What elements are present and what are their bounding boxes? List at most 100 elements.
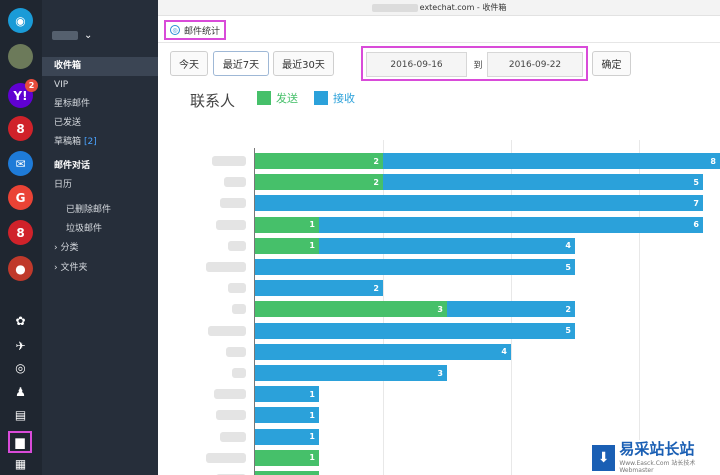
folder-label: 邮件对话 — [54, 161, 91, 171]
last-7-days-button[interactable]: 最近7天 — [213, 51, 269, 76]
grid-line — [639, 140, 640, 475]
legend-sent-swatch — [257, 91, 271, 105]
chart-legend-title: 联系人 — [190, 92, 236, 110]
received-bar[interactable]: 1 — [255, 386, 319, 403]
contact-label — [216, 219, 246, 230]
folder-item[interactable]: 收件箱 — [42, 57, 158, 76]
confirm-button[interactable]: 确定 — [592, 51, 631, 76]
contact-label — [216, 410, 246, 421]
tab-label: 邮件统计 — [184, 26, 221, 37]
outlook-icon[interactable]: ✉ — [8, 151, 33, 176]
blurred-account — [371, 3, 418, 12]
account-switcher[interactable]: ⌄ — [52, 30, 92, 41]
contact-label — [228, 240, 246, 251]
received-bar[interactable]: 5 — [383, 174, 703, 191]
sync-icon[interactable]: ✈ — [12, 337, 29, 354]
chevron-down-icon: ⌄ — [84, 30, 93, 41]
compass-icon[interactable]: ◎ — [12, 359, 29, 376]
received-bar[interactable]: 5 — [255, 322, 575, 339]
tab-mail-statistics[interactable]: ◎ 邮件统计 — [164, 20, 227, 40]
126-mail-icon[interactable]: 8 — [8, 220, 33, 245]
statistics-tab-icon: ◎ — [170, 25, 180, 35]
notes-icon[interactable]: ▤ — [12, 406, 29, 423]
app-logo-icon[interactable]: ◉ — [8, 8, 33, 33]
watermark-logo-icon: ⬇ — [592, 444, 616, 471]
legend-received: 接收 — [314, 90, 355, 106]
contact-label — [206, 452, 246, 463]
received-bar[interactable]: 4 — [255, 343, 511, 360]
date-from-field[interactable]: 2016-09-16 — [366, 52, 467, 77]
folder-label: 星标邮件 — [54, 99, 91, 109]
received-bar[interactable]: 3 — [255, 365, 447, 381]
folder-sidebar: ⌄ 收件箱 VIP 星标邮件 已发送 草稿箱 [2] 邮件对话 日历 已删除邮件 垃圾邮件 › 分类… — [42, 0, 158, 475]
app-window: ◉ Y! 2 8 ✉ G 8 ● ✿ ✈ ◎ ♟ ▤ ▆ ▦ ⌄ 收件箱 VIP 星标邮件 已发送 草稿箱 [2] 邮件… — [0, 0, 720, 475]
folder-label: VIP — [54, 80, 69, 90]
avatar[interactable] — [8, 44, 33, 69]
watermark: ⬇ 易采站长站 Www.Easck.Com 站长技术 Webmaster — [588, 440, 720, 475]
folder-item[interactable]: VIP — [42, 76, 158, 95]
account-rail: ◉ Y! 2 8 ✉ G 8 ● ✿ ✈ ◎ ♟ ▤ ▆ ▦ — [0, 0, 42, 475]
other-mail-icon[interactable]: ● — [8, 256, 33, 281]
sent-bar[interactable]: 1 — [255, 216, 319, 233]
contact-label — [214, 389, 246, 400]
folder-label: 已删除邮件 — [66, 205, 112, 215]
received-bar[interactable]: 2 — [447, 301, 575, 318]
folder-item[interactable]: › 分类 — [42, 239, 158, 258]
google-icon[interactable]: G — [8, 185, 33, 210]
unread-badge: 2 — [25, 79, 38, 92]
account-name — [52, 31, 78, 40]
folder-label: 日历 — [54, 180, 73, 190]
date-range-separator: 到 — [473, 61, 483, 71]
watermark-title: 易采站长站 — [619, 440, 695, 458]
contact-label — [220, 431, 246, 442]
contact-label — [212, 156, 246, 166]
qq-icon[interactable]: ♟ — [12, 383, 29, 400]
wechat-icon[interactable]: ✿ — [12, 312, 29, 329]
sent-bar[interactable]: 2 — [255, 153, 383, 169]
received-bar[interactable]: 4 — [319, 237, 575, 254]
today-button[interactable]: 今天 — [170, 51, 208, 76]
received-bar[interactable]: 6 — [319, 216, 703, 233]
legend-sent-label: 发送 — [276, 92, 298, 105]
folder-item[interactable]: 邮件对话 — [42, 157, 158, 176]
sent-bar[interactable]: 1 — [255, 237, 319, 254]
sent-bar[interactable]: 3 — [255, 301, 447, 318]
file-icon[interactable]: ▦ — [12, 455, 29, 472]
contact-label — [224, 177, 246, 188]
sent-bar[interactable]: 1 — [255, 449, 319, 466]
date-range-picker: 2016-09-16 到 2016-09-22 — [361, 46, 588, 81]
folder-item[interactable]: 星标邮件 — [42, 95, 158, 114]
folder-label: 垃圾邮件 — [66, 224, 103, 234]
contact-bar-chart: 282571614523254311111 — [158, 140, 720, 475]
window-title: extechat.com - 收件箱 — [158, 0, 720, 16]
legend-received-label: 接收 — [333, 92, 355, 105]
received-bar[interactable]: 7 — [255, 195, 703, 212]
received-bar[interactable]: 5 — [255, 259, 575, 275]
received-bar[interactable]: 8 — [383, 153, 720, 169]
contact-label — [228, 283, 246, 294]
date-to-field[interactable]: 2016-09-22 — [487, 52, 583, 77]
watermark-subtitle: Www.Easck.Com 站长技术 Webmaster — [619, 460, 696, 474]
main-panel: extechat.com - 收件箱 ◎ 邮件统计 今天 最近7天 最近30天 … — [158, 0, 720, 475]
contact-label — [232, 304, 246, 315]
folder-item[interactable]: 已发送 — [42, 114, 158, 133]
statistics-icon[interactable]: ▆ — [8, 431, 32, 453]
sent-bar[interactable]: 1 — [255, 471, 319, 475]
163-mail-icon[interactable]: 8 — [8, 116, 33, 141]
last-30-days-button[interactable]: 最近30天 — [273, 51, 334, 76]
received-bar[interactable]: 1 — [255, 428, 319, 445]
folder-count: [2] — [84, 137, 97, 147]
sent-bar[interactable]: 2 — [255, 174, 383, 191]
folder-item[interactable]: › 文件夹 — [42, 259, 158, 278]
folder-label: 草稿箱 — [54, 137, 82, 147]
folder-item[interactable]: 日历 — [42, 176, 158, 195]
tab-bar: ◎ 邮件统计 — [158, 16, 720, 43]
folder-label: › 分类 — [54, 243, 79, 253]
folder-item[interactable]: 草稿箱 [2] — [42, 133, 158, 152]
folder-item[interactable]: 已删除邮件 — [42, 201, 158, 220]
yahoo-icon[interactable]: Y! 2 — [8, 79, 38, 108]
received-bar[interactable]: 1 — [255, 407, 319, 424]
received-bar[interactable]: 2 — [255, 280, 383, 297]
legend-received-swatch — [314, 91, 328, 105]
folder-item[interactable]: 垃圾邮件 — [42, 220, 158, 239]
